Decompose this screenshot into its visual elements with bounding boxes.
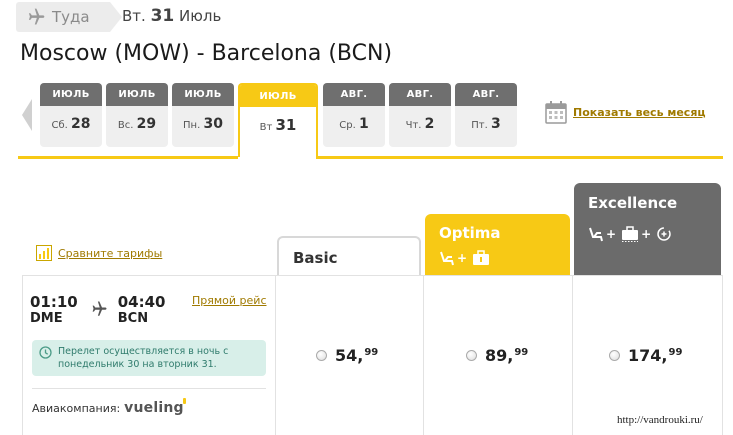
date-weekday: Сб. <box>51 120 68 131</box>
airline-info: Авиакомпания: vueling <box>32 398 186 416</box>
note-text: Перелет осуществляется в ночь с понедель… <box>58 346 229 370</box>
flexible-change-icon <box>656 226 672 242</box>
date-month: АВГ. <box>455 83 517 106</box>
date-tab-aug-1[interactable]: АВГ. Ср. 1 <box>323 83 385 147</box>
direct-flight-link[interactable]: Прямой рейс <box>192 294 267 307</box>
date-day: 30 <box>203 116 223 132</box>
seat-icon <box>588 226 604 242</box>
clock-icon <box>39 346 52 359</box>
departure-airport: DME <box>30 311 63 326</box>
airline-logo: vueling <box>124 398 186 416</box>
table-border <box>722 276 723 435</box>
carousel-underline <box>18 156 238 159</box>
table-border <box>275 276 276 435</box>
baggage-icon <box>472 250 490 266</box>
carousel-underline <box>316 156 723 159</box>
date-month: АВГ. <box>323 83 385 106</box>
date-weekday: Вс. <box>117 120 134 131</box>
calendar-icon <box>545 100 567 124</box>
date-day: 3 <box>490 116 501 132</box>
fare-price: 54,99 <box>335 346 379 365</box>
selected-date: Вт. 31 Июль <box>122 6 222 26</box>
fare-radio[interactable] <box>609 350 620 361</box>
divider <box>32 388 266 389</box>
table-border <box>572 276 573 435</box>
arrival-airport: BCN <box>117 311 149 326</box>
watermark: http://vandrouki.ru/ <box>617 414 703 426</box>
date-tab-jul-29[interactable]: ИЮЛЬ Вс. 29 <box>106 83 168 147</box>
date-weekday: Чт. <box>405 120 422 131</box>
fare-option-excellence[interactable]: 174,99 <box>609 346 682 365</box>
date-day: 2 <box>424 116 435 132</box>
compare-fares-link[interactable]: Сравните тарифы <box>36 245 162 261</box>
fare-radio[interactable] <box>316 350 327 361</box>
prev-dates-arrow[interactable] <box>19 97 35 133</box>
date-tab-jul-30[interactable]: ИЮЛЬ Пн. 30 <box>172 83 234 147</box>
direction-tab[interactable]: Туда <box>16 2 122 32</box>
fare-price: 89,99 <box>485 346 529 365</box>
flight-info: 01:10 DME 04:40 BCN Прямой рейс Перелет … <box>22 276 274 435</box>
date-day: 1 <box>358 116 369 132</box>
fare-option-optima[interactable]: 89,99 <box>466 346 528 365</box>
overnight-flight-note: Перелет осуществляется в ночь с понедель… <box>32 340 266 376</box>
plane-icon <box>26 7 46 27</box>
date-tab-aug-2[interactable]: АВГ. Чт. 2 <box>389 83 451 147</box>
date-weekday: Вт <box>259 122 273 133</box>
date-tab-jul-28[interactable]: ИЮЛЬ Сб. 28 <box>40 83 102 147</box>
date-weekday: Пн. <box>183 120 201 131</box>
baggage-icon <box>621 226 639 242</box>
date-month: АВГ. <box>389 83 451 106</box>
fare-header-excellence: Excellence + + <box>574 183 721 276</box>
show-month-link[interactable]: Показать весь месяц <box>545 100 706 124</box>
direction-label: Туда <box>52 8 90 26</box>
date-tab-aug-3[interactable]: АВГ. Пт. 3 <box>455 83 517 147</box>
table-border <box>423 276 424 435</box>
fare-name: Excellence <box>588 194 678 212</box>
date-day: 28 <box>71 116 91 132</box>
date-month: ИЮЛЬ <box>240 85 316 107</box>
route-title: Moscow (MOW) - Barcelona (BCN) <box>20 41 393 66</box>
arrival-time: 04:40 <box>117 293 166 311</box>
fare-name: Basic <box>293 249 338 267</box>
date-month: ИЮЛЬ <box>106 83 168 106</box>
compare-fares-label: Сравните тарифы <box>58 246 163 260</box>
date-day: 31 <box>275 116 297 134</box>
fare-header-basic: Basic <box>277 236 421 276</box>
departure-time: 01:10 <box>30 293 78 311</box>
date-weekday: Ср. <box>339 120 356 131</box>
date-month: ИЮЛЬ <box>172 83 234 106</box>
show-month-label: Показать весь месяц <box>573 105 706 119</box>
fare-name: Optima <box>439 224 501 242</box>
date-tab-jul-31-selected[interactable]: ИЮЛЬ Вт 31 <box>238 83 318 157</box>
bar-chart-icon <box>36 245 52 261</box>
fare-header-optima: Optima + <box>425 214 570 276</box>
fare-option-basic[interactable]: 54,99 <box>316 346 378 365</box>
date-weekday: Пт. <box>471 120 488 131</box>
date-month: ИЮЛЬ <box>40 83 102 106</box>
plane-icon <box>90 300 108 318</box>
fare-radio[interactable] <box>466 350 477 361</box>
seat-icon <box>439 250 455 266</box>
fare-price: 174,99 <box>628 346 683 365</box>
airline-label: Авиакомпания: <box>32 401 121 415</box>
date-day: 29 <box>136 116 157 132</box>
flight-times: 01:10 DME 04:40 BCN <box>30 294 166 327</box>
